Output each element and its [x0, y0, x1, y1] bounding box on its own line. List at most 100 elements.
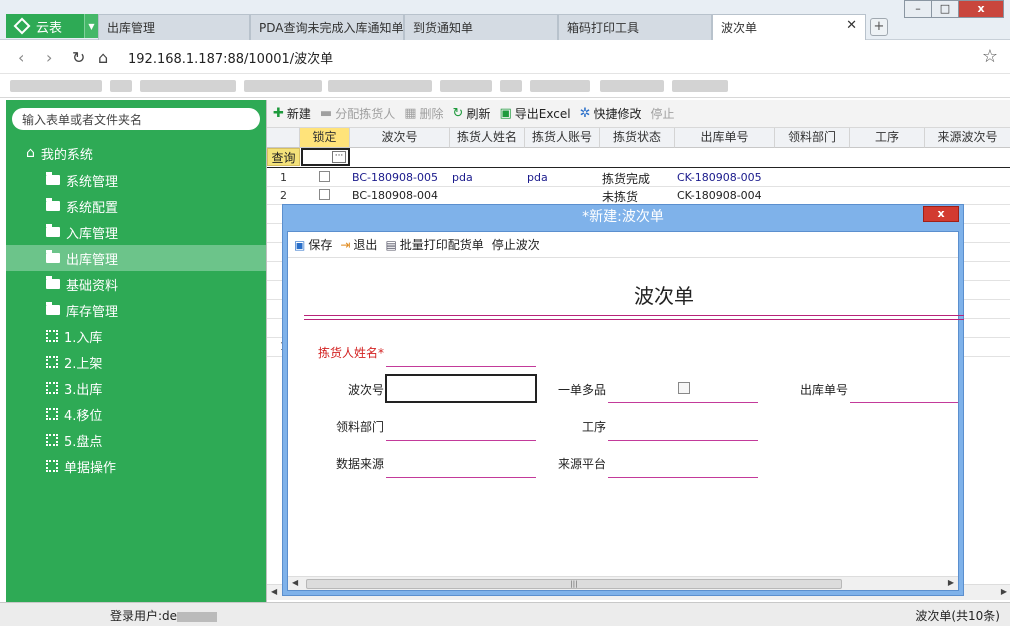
- column-header[interactable]: 锁定: [300, 128, 350, 148]
- reload-icon[interactable]: ↻: [72, 48, 85, 67]
- maximize-button[interactable]: □: [931, 0, 959, 18]
- scroll-left-icon[interactable]: ◀: [271, 587, 277, 596]
- process-field[interactable]: [608, 440, 758, 441]
- exit-button[interactable]: ⇥ 退出: [340, 236, 377, 253]
- column-header[interactable]: 波次号: [350, 128, 450, 148]
- department-field[interactable]: [386, 440, 536, 441]
- folder-icon: [46, 276, 60, 289]
- delete-button[interactable]: ▦ 删除: [404, 105, 443, 122]
- grid-icon: [46, 356, 58, 368]
- column-header[interactable]: 拣货人账号: [525, 128, 600, 148]
- bookmark-blurred[interactable]: [110, 80, 132, 92]
- tab-box-code-print[interactable]: 箱码打印工具: [558, 14, 712, 40]
- source-platform-field[interactable]: [608, 477, 758, 478]
- more-icon[interactable]: ···: [332, 151, 346, 163]
- scroll-left-icon[interactable]: ◀: [292, 578, 298, 587]
- minimize-button[interactable]: –: [904, 0, 932, 18]
- tab-close-icon[interactable]: ✕: [846, 18, 857, 33]
- multi-item-checkbox[interactable]: [678, 382, 690, 394]
- tab-pda-query[interactable]: PDA查询未完成入库通知单: [250, 14, 404, 40]
- column-header[interactable]: 拣货人姓名: [450, 128, 525, 148]
- bookmark-blurred[interactable]: [328, 80, 432, 92]
- sidebar-item-label: 4.移位: [64, 408, 103, 424]
- stop-wave-button[interactable]: 停止波次: [492, 236, 540, 253]
- sidebar-item-basic-data[interactable]: 基础资料: [6, 271, 266, 297]
- app-menu-button[interactable]: 云表 ▼: [6, 14, 98, 38]
- stop-button[interactable]: 停止: [650, 105, 674, 122]
- stop-label: 停止: [650, 107, 675, 121]
- bookmarks-bar: [0, 74, 1010, 98]
- cell-order-no: CK-180908-005: [677, 171, 762, 184]
- dialog-horizontal-scrollbar[interactable]: ◀ ||| ▶: [288, 576, 958, 590]
- tab-wave-order[interactable]: 波次单 ✕: [712, 14, 866, 41]
- bookmark-blurred[interactable]: [140, 80, 236, 92]
- window-close-button[interactable]: x: [958, 0, 1004, 18]
- sidebar-item-outbound[interactable]: 出库管理: [6, 245, 266, 271]
- sidebar-item-system-management[interactable]: 系统管理: [6, 167, 266, 193]
- bookmark-blurred[interactable]: [440, 80, 492, 92]
- lock-filter-cell[interactable]: ···: [301, 148, 350, 166]
- folder-icon: ▬: [319, 106, 333, 121]
- sidebar-item-step-shelve[interactable]: 2.上架: [6, 349, 266, 375]
- sidebar-item-inbound[interactable]: 入库管理: [6, 219, 266, 245]
- sidebar-root[interactable]: ⌂ 我的系统: [6, 140, 266, 166]
- bookmark-blurred[interactable]: [672, 80, 728, 92]
- bookmark-star-icon[interactable]: ☆: [982, 46, 998, 67]
- dialog-body: ▣ 保存 ⇥ 退出 ▤ 批量打印配货单 停止波次 波次单 拣货人姓名* 波次号 一单多…: [287, 231, 964, 591]
- row-number: 2: [280, 189, 287, 202]
- order-no-field[interactable]: [850, 402, 958, 403]
- tab-outbound-management[interactable]: 出库管理: [98, 14, 250, 40]
- row-lock-checkbox[interactable]: [319, 189, 330, 200]
- bookmark-blurred[interactable]: [600, 80, 664, 92]
- app-logo-icon: [13, 17, 31, 35]
- sidebar-item-step-inbound[interactable]: 1.入库: [6, 323, 266, 349]
- quick-edit-button[interactable]: ✲ 快捷修改: [580, 105, 642, 122]
- sidebar-item-inventory[interactable]: 库存管理: [6, 297, 266, 323]
- column-header[interactable]: 工序: [850, 128, 925, 148]
- bookmark-blurred[interactable]: [500, 80, 522, 92]
- multi-item-label: 一单多品: [557, 383, 606, 397]
- sidebar-search-input[interactable]: 输入表单或者文件夹名: [12, 108, 260, 130]
- chevron-down-icon[interactable]: ▼: [84, 14, 98, 38]
- multi-item-field-line: [608, 402, 758, 403]
- scroll-right-icon[interactable]: ▶: [948, 578, 954, 587]
- sidebar-item-system-config[interactable]: 系统配置: [6, 193, 266, 219]
- bookmark-blurred[interactable]: [244, 80, 322, 92]
- data-source-field[interactable]: [386, 477, 536, 478]
- home-icon[interactable]: ⌂: [98, 48, 108, 67]
- cell-order-no: CK-180908-004: [677, 189, 762, 202]
- grid-icon: [46, 408, 58, 420]
- assign-picker-button[interactable]: ▬ 分配拣货人: [320, 105, 395, 122]
- url-field[interactable]: 192.168.1.187:88/10001/波次单: [128, 48, 333, 67]
- grid-icon: [46, 434, 58, 446]
- row-divider: [267, 186, 1010, 187]
- back-icon[interactable]: ‹: [18, 48, 24, 67]
- refresh-button[interactable]: ↻ 刷新: [453, 105, 491, 122]
- dialog-close-button[interactable]: x: [923, 206, 959, 222]
- sidebar-item-step-outbound[interactable]: 3.出库: [6, 375, 266, 401]
- sidebar-item-step-stocktake[interactable]: 5.盘点: [6, 427, 266, 453]
- row-lock-checkbox[interactable]: [319, 171, 330, 182]
- column-header[interactable]: 拣货状态: [600, 128, 675, 148]
- column-header[interactable]: 领料部门: [775, 128, 850, 148]
- scroll-right-icon[interactable]: ▶: [1001, 587, 1007, 596]
- column-header[interactable]: 来源波次号: [925, 128, 1010, 148]
- sidebar-item-doc-operations[interactable]: 单据操作: [6, 453, 266, 479]
- forward-icon[interactable]: ›: [46, 48, 52, 67]
- cell-wave-no: BC-180908-004: [352, 189, 438, 202]
- export-excel-button[interactable]: ▣ 导出Excel: [499, 105, 570, 122]
- sidebar-item-step-move[interactable]: 4.移位: [6, 401, 266, 427]
- column-header[interactable]: 出库单号: [675, 128, 775, 148]
- tab-arrival-notice[interactable]: 到货通知单: [404, 14, 558, 40]
- picker-name-field[interactable]: [386, 366, 536, 367]
- query-row-label[interactable]: 查询: [267, 148, 300, 166]
- bookmark-blurred[interactable]: [530, 80, 590, 92]
- new-button[interactable]: ✚ 新建: [273, 105, 311, 122]
- batch-print-button[interactable]: ▤ 批量打印配货单: [385, 236, 483, 253]
- save-button[interactable]: ▣ 保存: [294, 236, 332, 253]
- wave-no-input[interactable]: [385, 374, 537, 403]
- scrollbar-thumb[interactable]: |||: [306, 579, 842, 589]
- bookmark-blurred[interactable]: [10, 80, 102, 92]
- new-tab-button[interactable]: +: [870, 18, 888, 36]
- grid-icon: [46, 382, 58, 394]
